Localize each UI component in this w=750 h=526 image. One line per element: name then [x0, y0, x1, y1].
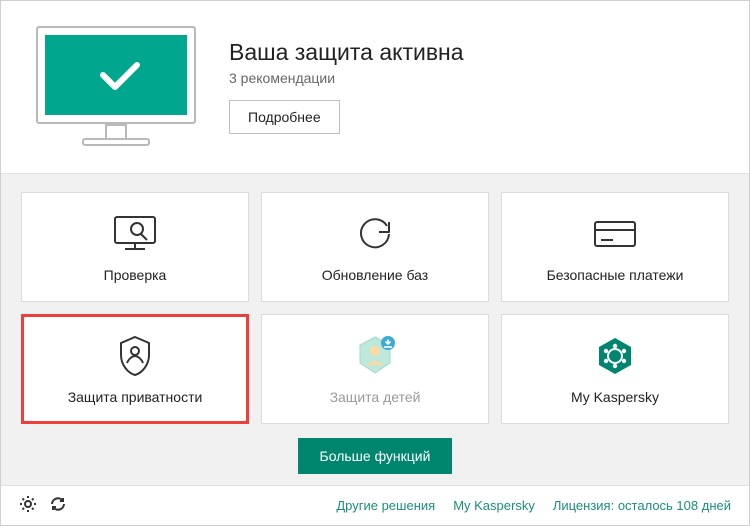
tile-label: Защита детей: [330, 389, 421, 405]
status-header: Ваша защита активна 3 рекомендации Подро…: [1, 1, 749, 173]
tiles-area: Проверка Обновление баз Безопасные п: [1, 173, 749, 485]
tile-label: Проверка: [104, 267, 167, 283]
tile-kids[interactable]: Защита детей: [261, 314, 489, 424]
details-button[interactable]: Подробнее: [229, 100, 340, 134]
sync-icon[interactable]: [49, 495, 67, 516]
tile-label: Безопасные платежи: [547, 267, 684, 283]
status-title: Ваша защита активна: [229, 39, 464, 66]
credit-card-icon: [591, 211, 639, 257]
recommendations-count: 3 рекомендации: [229, 70, 464, 86]
monitor-scan-icon: [111, 211, 159, 257]
tile-scan[interactable]: Проверка: [21, 192, 249, 302]
tile-privacy[interactable]: Защита приватности: [21, 314, 249, 424]
tile-label: Защита приватности: [68, 389, 203, 405]
footer-license-link[interactable]: Лицензия: осталось 108 дней: [553, 498, 731, 513]
more-features-button[interactable]: Больше функций: [298, 438, 453, 474]
privacy-shield-icon: [115, 333, 155, 379]
status-monitor-illustration: [31, 21, 201, 151]
tile-label: Обновление баз: [322, 267, 428, 283]
tile-safe-money[interactable]: Безопасные платежи: [501, 192, 729, 302]
footer-bar: Другие решения My Kaspersky Лицензия: ос…: [1, 485, 749, 525]
settings-icon[interactable]: [19, 495, 37, 516]
tile-mykaspersky[interactable]: My Kaspersky: [501, 314, 729, 424]
footer-mykaspersky-link[interactable]: My Kaspersky: [453, 498, 535, 513]
refresh-icon: [353, 211, 397, 257]
tile-label: My Kaspersky: [571, 389, 659, 405]
mykaspersky-icon: [593, 333, 637, 379]
tile-update[interactable]: Обновление баз: [261, 192, 489, 302]
footer-other-solutions-link[interactable]: Другие решения: [336, 498, 435, 513]
kids-protection-icon: [352, 333, 398, 379]
